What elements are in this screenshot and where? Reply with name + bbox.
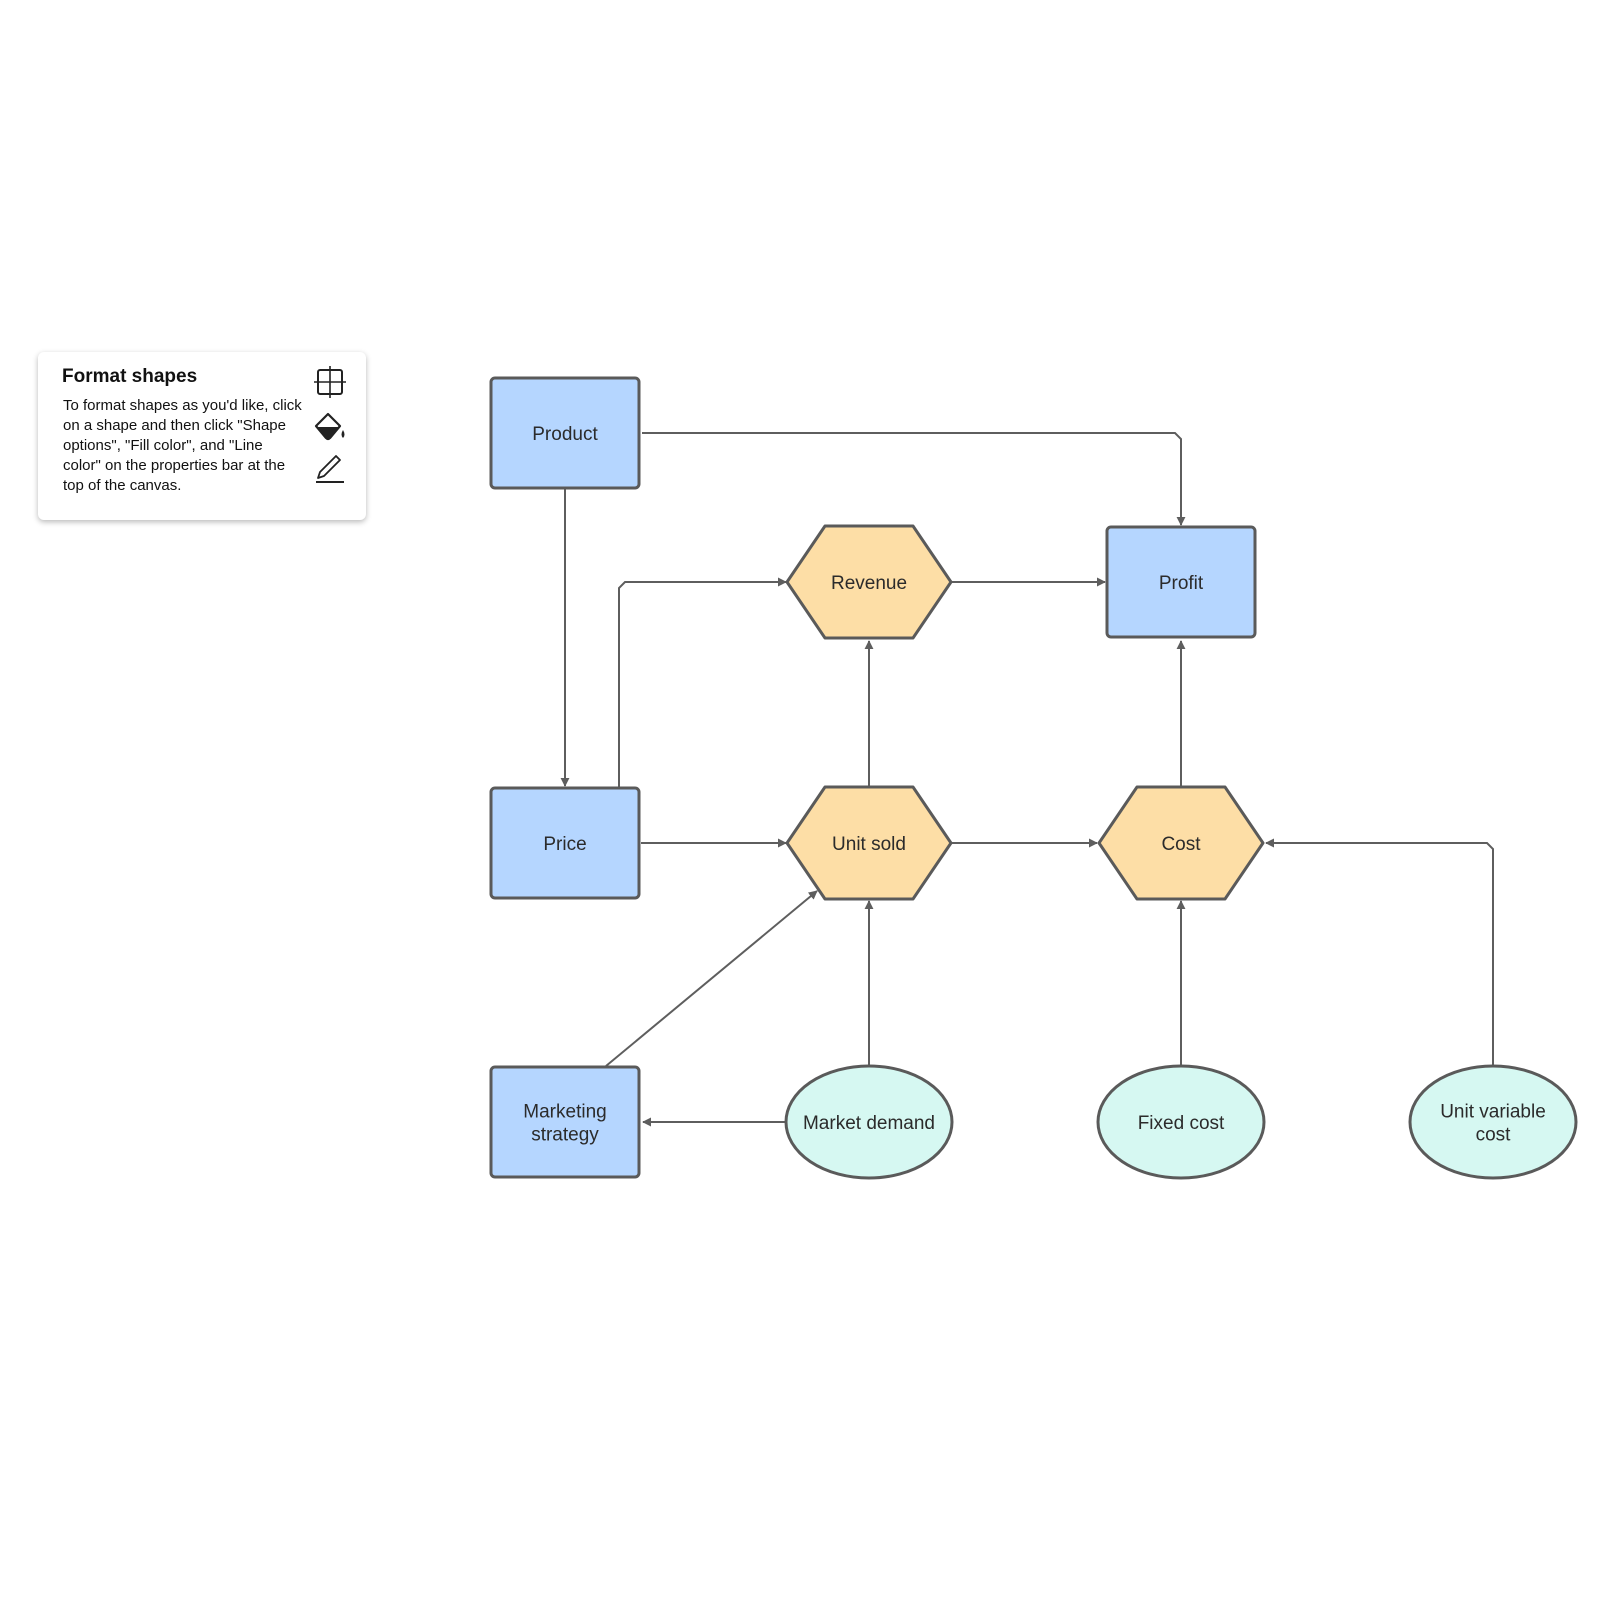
node-profit[interactable]: Profit: [1105, 525, 1257, 639]
node-label: Price: [543, 834, 586, 855]
node-label: strategy: [531, 1125, 599, 1146]
node-product[interactable]: Product: [489, 376, 641, 490]
node-unit-variable-cost[interactable]: Unit variablecost: [1408, 1064, 1578, 1180]
edge-product-to-profit[interactable]: [642, 432, 1186, 526]
node-label: Fixed cost: [1138, 1113, 1225, 1134]
edge-marketing-to-unit-sold[interactable]: [605, 890, 818, 1067]
edge-unit-variable-cost-to-cost[interactable]: [1265, 838, 1494, 1066]
node-price[interactable]: Price: [489, 786, 641, 900]
node-fixed-cost[interactable]: Fixed cost: [1096, 1064, 1266, 1180]
node-label: Revenue: [831, 573, 907, 594]
node-label: Profit: [1159, 573, 1204, 594]
node-label: Unit variable: [1440, 1102, 1546, 1123]
node-label: Product: [532, 424, 598, 445]
node-market-demand[interactable]: Market demand: [784, 1064, 954, 1180]
node-revenue[interactable]: Revenue: [785, 524, 953, 640]
node-label: Cost: [1161, 834, 1201, 855]
causal-diagram: Product Profit Price Marketingstrategy Reven…: [489, 376, 1578, 1180]
node-label: Market demand: [803, 1113, 935, 1134]
node-marketing[interactable]: Marketingstrategy: [489, 1065, 641, 1179]
node-cost[interactable]: Cost: [1097, 785, 1265, 901]
node-label: Unit sold: [832, 834, 906, 855]
node-label: Marketing: [523, 1102, 606, 1123]
node-label: cost: [1476, 1125, 1512, 1146]
edge-price-to-revenue[interactable]: [618, 577, 787, 787]
node-unit-sold[interactable]: Unit sold: [785, 785, 953, 901]
